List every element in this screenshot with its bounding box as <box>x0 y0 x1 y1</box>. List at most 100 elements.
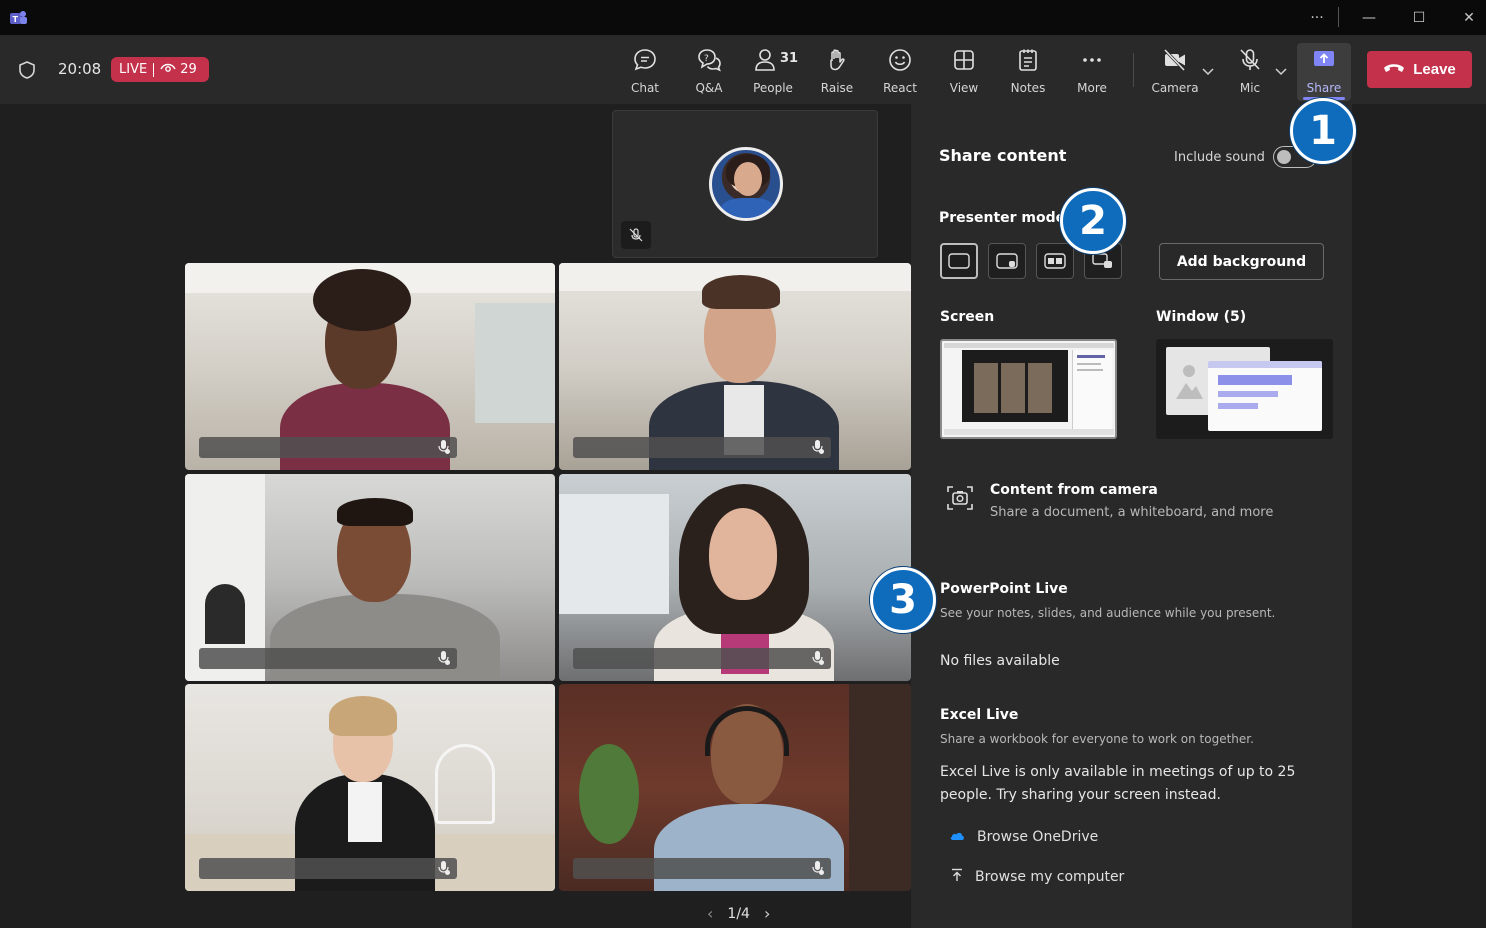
include-sound-label: Include sound <box>1174 150 1265 165</box>
page-indicator: 1/4 <box>727 905 750 922</box>
live-label: LIVE <box>111 62 155 77</box>
qa-label: Q&A <box>695 81 723 95</box>
leave-button[interactable]: Leave <box>1367 51 1472 88</box>
browse-onedrive-label: Browse OneDrive <box>977 829 1099 845</box>
toolbar-divider <box>1133 53 1134 87</box>
window-thumbnail[interactable] <box>1156 339 1333 439</box>
screen-thumbnail[interactable] <box>940 339 1117 439</box>
chat-icon <box>632 47 658 77</box>
people-label: People <box>753 81 793 95</box>
maximize-button[interactable]: ☐ <box>1396 0 1442 35</box>
raise-hand-button[interactable]: Raise <box>807 47 867 97</box>
share-content-panel: Share content Include sound Presenter mo… <box>911 104 1352 928</box>
mic-icon <box>807 437 829 457</box>
camera-document-icon <box>945 483 975 517</box>
minimize-button[interactable]: — <box>1346 0 1392 35</box>
chat-label: Chat <box>630 81 660 95</box>
people-button[interactable]: 31 People <box>743 47 803 97</box>
participant-video-tile[interactable] <box>559 474 911 681</box>
share-button[interactable]: Share <box>1294 47 1354 97</box>
phone-hangup-icon <box>1383 61 1405 78</box>
callout-badge-1: 1 <box>1290 98 1356 164</box>
mic-icon <box>807 858 829 878</box>
react-label: React <box>883 81 917 95</box>
camera-chevron-down-icon[interactable] <box>1202 65 1214 79</box>
react-button[interactable]: React <box>870 47 930 97</box>
svg-text:?: ? <box>704 54 709 64</box>
add-background-button[interactable]: Add background <box>1159 243 1324 280</box>
mic-off-icon <box>1237 47 1263 77</box>
svg-text:T: T <box>13 15 19 24</box>
presenter-mode-side-by-side[interactable] <box>1036 243 1074 279</box>
camera-button[interactable]: Camera <box>1145 47 1205 97</box>
mic-muted-icon <box>621 221 651 249</box>
view-label: View <box>949 81 979 95</box>
mic-icon <box>433 648 455 668</box>
teams-meeting-window: T ··· — ☐ ✕ 20:08 LIVE 29 Chat ? Q&A 31 … <box>0 0 1486 928</box>
browse-onedrive-link[interactable]: Browse OneDrive <box>949 829 1098 845</box>
excel-live-notice: Excel Live is only available in meetings… <box>940 764 1296 803</box>
shield-icon <box>17 60 37 84</box>
teams-logo-icon: T <box>8 9 28 31</box>
excel-live-subtitle: Share a workbook for everyone to work on… <box>940 732 1254 746</box>
self-video-tile[interactable] <box>612 110 878 258</box>
live-badge: LIVE 29 <box>111 57 209 82</box>
mic-icon <box>807 648 829 668</box>
participant-nameplate <box>199 437 457 458</box>
eye-icon <box>160 62 176 78</box>
callout-badge-3: 3 <box>870 567 936 633</box>
qa-button[interactable]: ? Q&A <box>679 47 739 97</box>
title-separator <box>1338 7 1339 27</box>
meeting-stage: ‹ 1/4 › <box>0 104 911 928</box>
notes-button[interactable]: Notes <box>998 47 1058 97</box>
notes-label: Notes <box>1010 81 1046 95</box>
participant-nameplate <box>199 648 457 669</box>
browse-computer-link[interactable]: Browse my computer <box>951 868 1124 886</box>
upload-icon <box>951 868 963 886</box>
mic-chevron-down-icon[interactable] <box>1275 65 1287 79</box>
participant-nameplate <box>573 437 831 458</box>
people-icon <box>752 47 778 77</box>
camera-off-icon <box>1162 47 1188 77</box>
content-from-camera-title[interactable]: Content from camera <box>990 482 1158 498</box>
screen-label: Screen <box>940 309 995 325</box>
participant-nameplate <box>199 858 457 879</box>
callout-badge-2: 2 <box>1060 188 1126 254</box>
participant-video-tile[interactable] <box>185 474 555 681</box>
participant-video-tile[interactable] <box>559 684 911 891</box>
presenter-mode-standout[interactable] <box>988 243 1026 279</box>
more-button[interactable]: More <box>1062 47 1122 97</box>
participant-video-tile[interactable] <box>185 684 555 891</box>
notes-icon <box>1015 47 1041 77</box>
participant-nameplate <box>573 858 831 879</box>
presenter-mode-label: Presenter mode <box>939 210 1066 226</box>
participant-video-tile[interactable] <box>559 263 911 470</box>
more-label: More <box>1077 81 1107 95</box>
window-label: Window (5) <box>1156 309 1247 325</box>
leave-label: Leave <box>1413 61 1456 78</box>
chat-button[interactable]: Chat <box>615 47 675 97</box>
meeting-toolbar: 20:08 LIVE 29 Chat ? Q&A 31 People Raise <box>0 35 1486 104</box>
participant-video-tile[interactable] <box>185 263 555 470</box>
presenter-avatar <box>709 147 783 221</box>
excel-live-title: Excel Live <box>940 707 1019 723</box>
meeting-timer: 20:08 <box>58 60 102 78</box>
browse-computer-label: Browse my computer <box>975 869 1125 885</box>
mic-button[interactable]: Mic <box>1220 47 1280 97</box>
view-button[interactable]: View <box>934 47 994 97</box>
no-files-message: No files available <box>940 653 1060 669</box>
mic-icon <box>433 437 455 457</box>
chevron-left-icon[interactable]: ‹ <box>707 904 713 923</box>
powerpoint-live-subtitle: See your notes, slides, and audience whi… <box>940 606 1276 620</box>
title-more-button[interactable]: ··· <box>1294 0 1340 35</box>
presenter-mode-content-only[interactable] <box>940 243 978 279</box>
viewer-count: 29 <box>180 62 197 77</box>
close-button[interactable]: ✕ <box>1446 0 1486 35</box>
share-icon <box>1311 47 1337 77</box>
people-count: 31 <box>780 51 799 66</box>
content-from-camera-subtitle: Share a document, a whiteboard, and more <box>990 505 1274 520</box>
panel-title: Share content <box>939 146 1067 165</box>
chevron-right-icon[interactable]: › <box>764 904 770 923</box>
gallery-pager: ‹ 1/4 › <box>707 904 770 923</box>
more-icon <box>1079 47 1105 77</box>
